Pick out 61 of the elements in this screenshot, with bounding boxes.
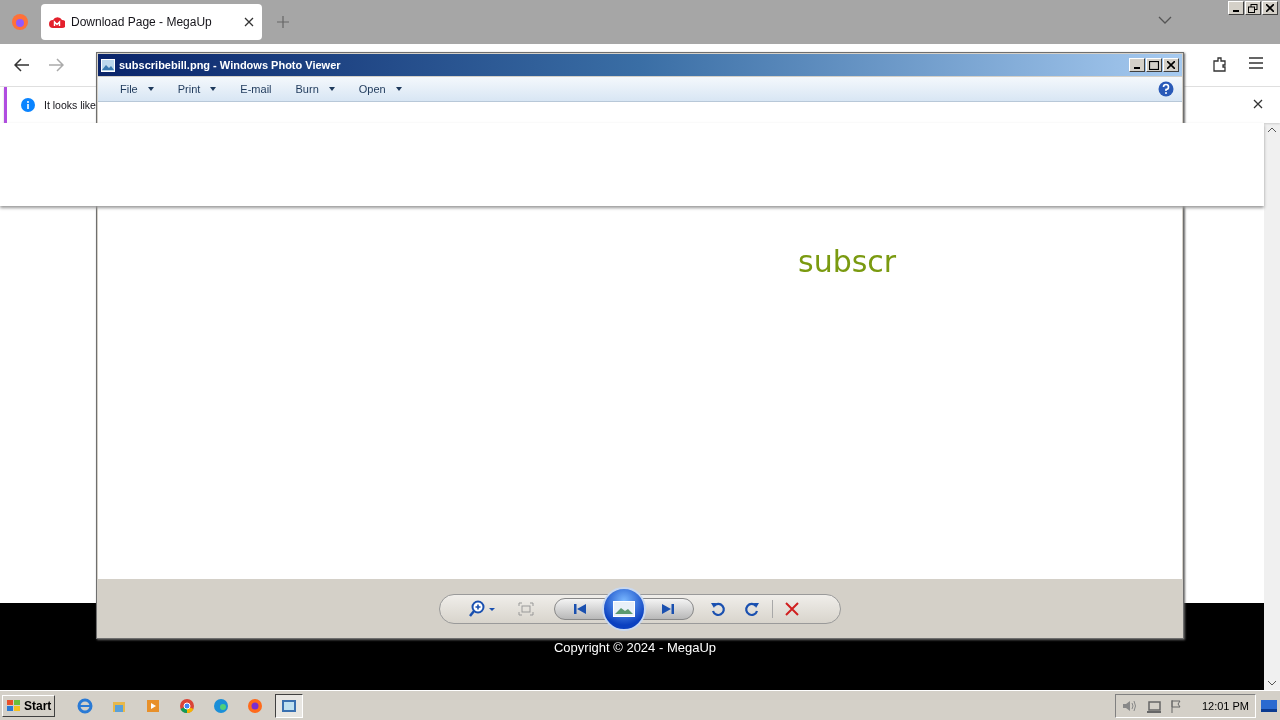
menu-item[interactable]: Print [169, 83, 225, 95]
start-button[interactable]: Start [2, 694, 56, 717]
ie-icon [76, 696, 95, 715]
caret-icon [395, 87, 402, 91]
rotate-left-icon [710, 600, 726, 617]
rotate-right-icon [744, 600, 760, 617]
scrollbar[interactable] [1264, 123, 1280, 690]
next-button[interactable] [642, 597, 694, 620]
next-icon [661, 602, 675, 615]
zoom-button[interactable] [468, 599, 496, 618]
caret-icon [328, 87, 335, 91]
menu-icon[interactable] [1248, 56, 1264, 70]
close-icon[interactable] [244, 17, 254, 27]
rotate-left-button[interactable] [710, 600, 726, 617]
maximize-icon [1149, 60, 1159, 70]
chevron-down-icon[interactable] [1158, 15, 1172, 25]
fit-icon [518, 601, 534, 616]
image-icon [101, 58, 115, 72]
network-icon[interactable] [1145, 698, 1162, 713]
windows-logo-icon [6, 698, 22, 713]
copyright-text: Copyright © 2024 - MegaUp [552, 640, 717, 655]
image-text: subscr [798, 244, 897, 279]
caret-icon [147, 87, 154, 91]
image-icon [613, 600, 635, 617]
firefox-icon [246, 696, 265, 715]
close-icon [1266, 4, 1274, 12]
clock[interactable]: 12:01 PM [1201, 699, 1249, 712]
edge-icon [212, 696, 231, 715]
taskbar-app[interactable] [275, 693, 304, 718]
rotate-right-button[interactable] [744, 600, 760, 617]
desktop-icon[interactable] [1260, 698, 1278, 713]
close-icon [1167, 61, 1175, 69]
restore-icon [1248, 3, 1258, 13]
zoom-in-icon [468, 599, 496, 618]
flag-icon[interactable] [1169, 698, 1184, 713]
close-icon[interactable] [1253, 99, 1263, 109]
window-title: subscribebill.png - Windows Photo Viewer [119, 59, 342, 71]
caret-icon [210, 87, 217, 91]
previous-button[interactable] [554, 597, 606, 620]
delete-icon [785, 601, 799, 616]
delete-button[interactable] [785, 601, 799, 616]
browser-tab[interactable]: Download Page - MegaUp [41, 4, 262, 40]
close-button[interactable] [1163, 58, 1179, 72]
close-button[interactable] [1262, 1, 1278, 15]
minimize-button[interactable] [1228, 1, 1244, 15]
slideshow-button[interactable] [602, 586, 646, 631]
previous-icon [573, 602, 587, 615]
chrome-icon [178, 696, 197, 715]
info-icon [21, 98, 35, 112]
maximize-button[interactable] [1146, 58, 1162, 72]
puzzle-icon[interactable] [1212, 56, 1228, 72]
restore-button[interactable] [1245, 1, 1261, 15]
minimize-button[interactable] [1129, 58, 1145, 72]
menu-item[interactable]: E-mail [232, 83, 280, 95]
back-arrow-icon[interactable] [14, 58, 30, 72]
menu-item[interactable]: File [112, 83, 162, 95]
menu-item[interactable]: Burn [287, 83, 343, 95]
menu-item[interactable]: Open [350, 83, 410, 95]
notification-text: It looks like [44, 99, 96, 111]
help-icon[interactable] [1158, 81, 1174, 97]
cloud-icon [49, 15, 65, 29]
